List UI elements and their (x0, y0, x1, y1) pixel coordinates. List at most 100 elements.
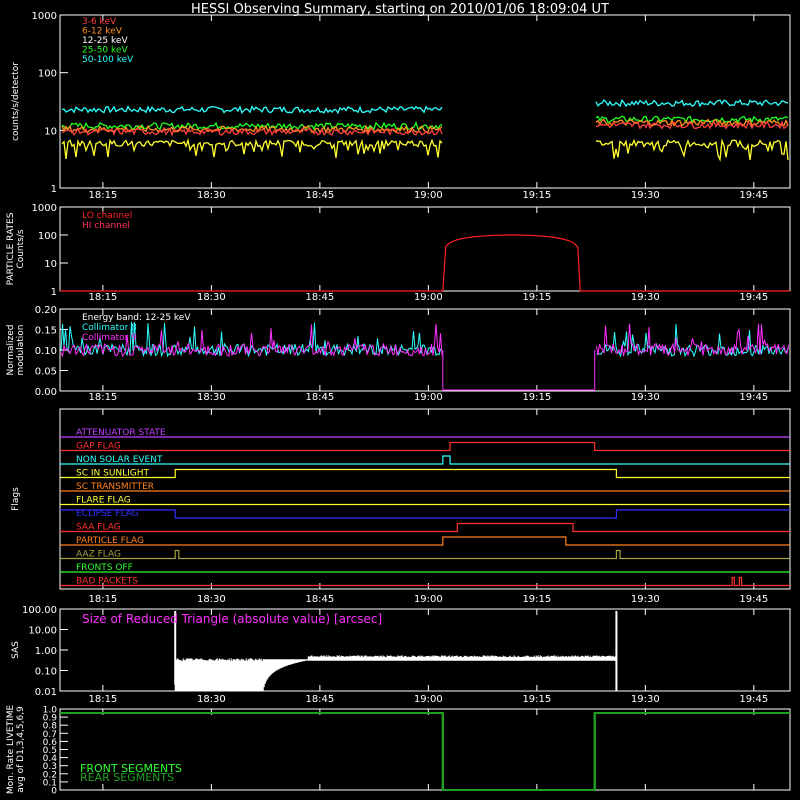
flag-line (60, 536, 790, 546)
x-tick-label: 19:15 (522, 190, 551, 201)
y-axis-label: Normalized (6, 324, 16, 375)
y-tick-label: 0.10 (35, 667, 57, 678)
legend-entry: 50-100 keV (82, 55, 134, 65)
y-tick-label: 10.00 (28, 626, 57, 637)
annotation: Collimator 9 (82, 333, 137, 343)
y-tick-label: 100.00 (22, 605, 57, 616)
y-tick-label: 100 (38, 69, 57, 80)
x-tick-label: 18:30 (197, 594, 226, 605)
flag-label: SC TRANSMITTER (76, 482, 154, 492)
x-tick-label: 18:15 (88, 694, 117, 705)
flag-label: NON SOLAR EVENT (76, 455, 163, 465)
x-tick-label: 19:00 (414, 694, 443, 705)
x-tick-label: 18:45 (305, 190, 334, 201)
flag-line (60, 576, 790, 587)
legend-entry: 25-50 keV (82, 46, 128, 56)
x-tick-label: 19:45 (739, 190, 768, 201)
x-tick-label: 19:15 (522, 594, 551, 605)
series-line (60, 234, 790, 292)
x-tick-label: 19:30 (631, 694, 660, 705)
series-line (61, 137, 789, 162)
legend-entry: REAR SEGMENTS (80, 771, 174, 784)
y-axis-label: counts/s/detector (11, 62, 21, 141)
x-tick-label: 19:30 (631, 292, 660, 303)
x-tick-label: 18:30 (197, 292, 226, 303)
flag-line (60, 455, 790, 465)
y-axis-label: Mon. Rate LIVETIME (6, 705, 16, 795)
x-tick-label: 19:30 (631, 594, 660, 605)
flag-label: GAP FLAG (76, 442, 121, 452)
x-tick-label: 18:15 (88, 392, 117, 403)
x-tick-label: 19:00 (414, 594, 443, 605)
x-tick-label: 19:15 (522, 292, 551, 303)
y-tick-label: 1.00 (35, 646, 57, 657)
x-tick-label: 19:00 (414, 292, 443, 303)
x-tick-label: 19:00 (414, 392, 443, 403)
observing-summary-chart: HESSI Observing Summary, starting on 201… (6, 2, 791, 797)
annotation: Size of Reduced Triangle (absolute value… (82, 612, 382, 626)
flag-label: SC IN SUNLIGHT (76, 469, 150, 479)
y-tick-label: 1.0 (43, 706, 58, 716)
y-tick-label: 0.15 (35, 326, 57, 337)
series-line (61, 98, 788, 115)
legend-entry: 3-6 keV (82, 17, 117, 27)
flag-label: AAZ FLAG (76, 550, 121, 560)
legend-entry: HI channel (82, 221, 130, 231)
y-tick-label: 10 (44, 126, 57, 137)
flag-label: FLARE FLAG (76, 496, 131, 506)
y-tick-label: 0.10 (35, 346, 57, 357)
panel-frame (59, 206, 791, 292)
x-tick-label: 18:45 (305, 594, 334, 605)
flag-line (60, 549, 790, 560)
y-tick-label: 1000 (32, 11, 57, 22)
y-tick-label: 10 (44, 259, 57, 270)
annotation: Energy band: 12-25 keV (82, 313, 191, 323)
flag-label: BAD PACKETS (76, 577, 138, 587)
y-axis-label: avg of D1,3,4,5,6,9 (16, 706, 26, 793)
x-tick-label: 19:45 (739, 594, 768, 605)
flag-label: FRONTS OFF (76, 563, 133, 573)
x-tick-label: 18:30 (197, 190, 226, 201)
legend-entry: 6-12 keV (82, 27, 123, 37)
panels: 18:15 18:30 18:45 19:00 19:15 19:30 19:45 1 10 10… (6, 11, 791, 797)
x-tick-label: 18:15 (88, 292, 117, 303)
y-axis-label: Flags (11, 487, 21, 511)
x-tick-label: 18:45 (305, 392, 334, 403)
flag-line (60, 509, 790, 519)
x-tick-label: 18:15 (88, 594, 117, 605)
y-axis-label: SAS (11, 641, 21, 659)
flag-label: SAA FLAG (76, 523, 121, 533)
legend-entry: LO channel (82, 211, 132, 221)
y-tick-label: 0.20 (35, 305, 57, 316)
y-tick-label: 0.05 (35, 367, 57, 378)
y-axis-label: Counts/s (16, 229, 26, 268)
flag-label: ATTENUATOR STATE (76, 428, 166, 438)
y-tick-label: 1000 (32, 203, 57, 214)
flag-line (60, 522, 790, 533)
x-tick-label: 19:45 (739, 392, 768, 403)
y-axis-label: modulation (16, 325, 26, 376)
x-tick-label: 19:15 (522, 694, 551, 705)
series-line (61, 115, 789, 131)
x-tick-label: 19:30 (631, 392, 660, 403)
x-tick-label: 18:45 (305, 292, 334, 303)
x-tick-label: 19:00 (414, 190, 443, 201)
flag-line (60, 441, 790, 452)
y-tick-label: 0.00 (35, 387, 57, 398)
y-tick-label: 100 (38, 231, 57, 242)
legend-entry: 12-25 keV (82, 36, 128, 46)
series-line (60, 323, 789, 358)
annotation: Collimator 8 (82, 323, 137, 333)
x-tick-label: 19:15 (522, 392, 551, 403)
y-tick-label: 1 (51, 287, 57, 298)
panel-frame (59, 408, 791, 590)
flag-label: ECLIPSE FLAG (76, 509, 139, 519)
x-tick-label: 19:45 (739, 292, 768, 303)
x-tick-label: 18:15 (88, 190, 117, 201)
x-tick-label: 19:30 (631, 190, 660, 201)
flag-line (60, 468, 790, 479)
flag-label: PARTICLE FLAG (76, 536, 144, 546)
y-tick-label: 0.01 (35, 687, 57, 698)
y-axis-label: PARTICLE RATES (6, 212, 16, 285)
series-band (174, 655, 617, 691)
